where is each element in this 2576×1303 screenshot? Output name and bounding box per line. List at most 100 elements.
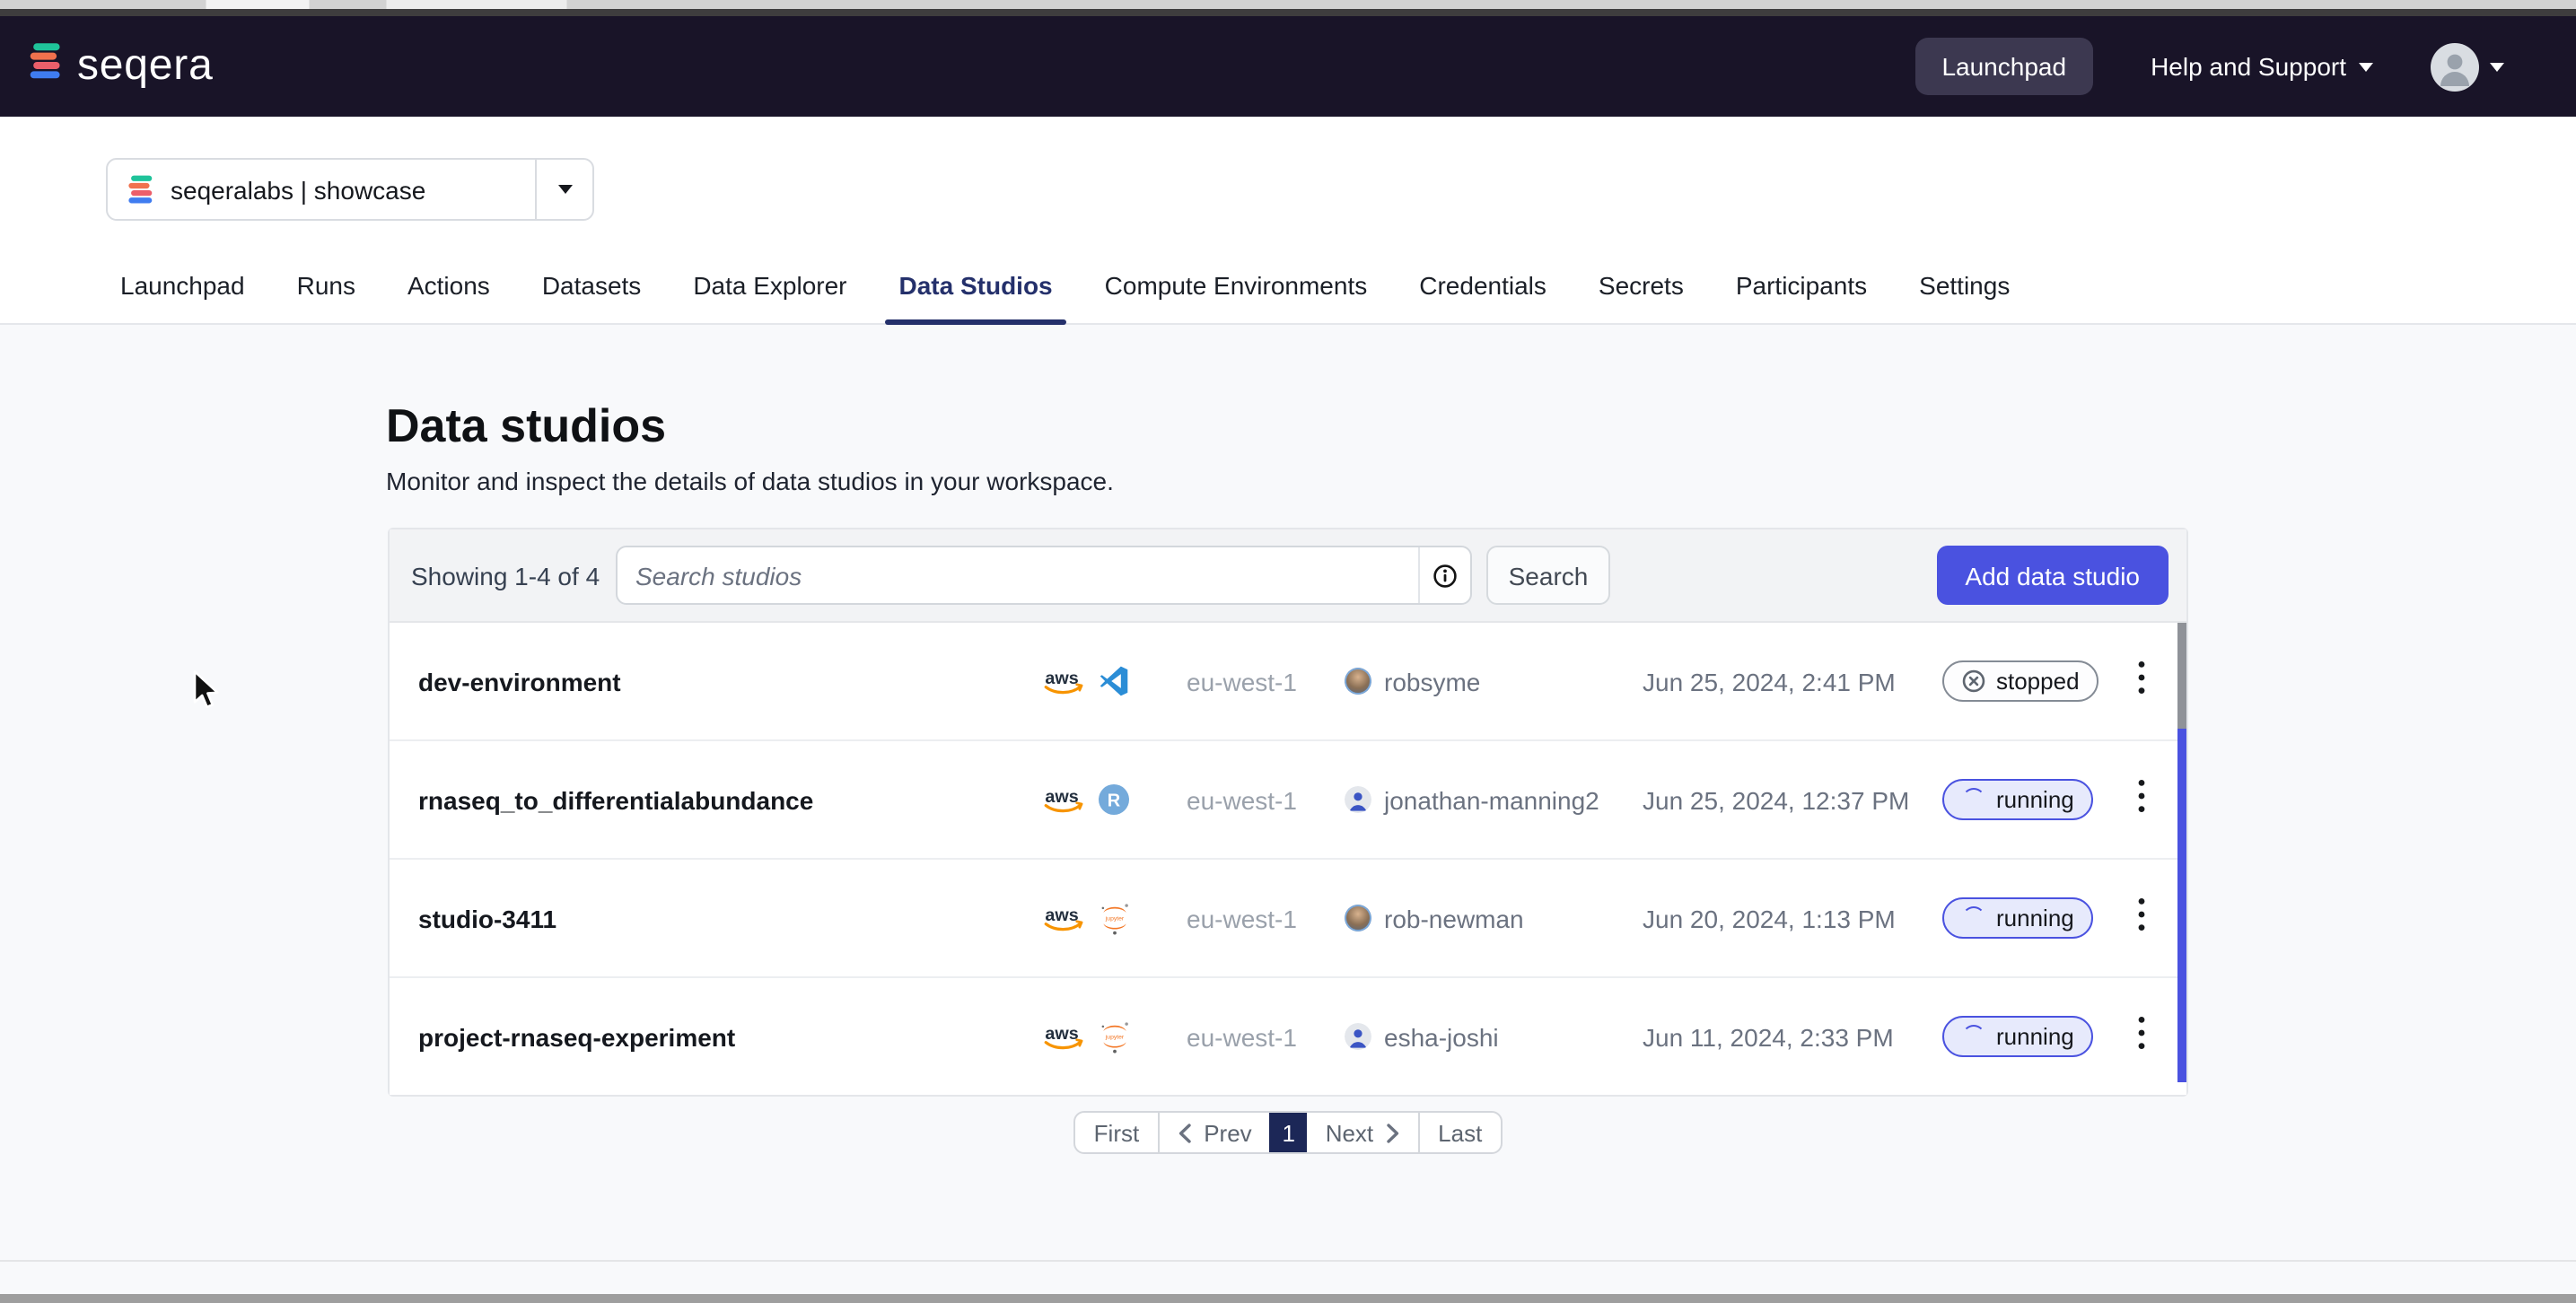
vscode-icon (1099, 666, 1129, 696)
studio-user: robsyme (1310, 667, 1608, 695)
launchpad-button[interactable]: Launchpad (1914, 38, 2093, 95)
add-data-studio-button[interactable]: Add data studio (1936, 546, 2169, 605)
help-and-support-menu[interactable]: Help and Support (2151, 52, 2373, 81)
tab-launchpad[interactable]: Launchpad (106, 271, 259, 323)
tab-runs[interactable]: Runs (283, 271, 370, 323)
scrollbar-thumb[interactable] (2177, 623, 2186, 729)
pagination-last[interactable]: Last (1418, 1113, 1500, 1152)
rstudio-icon: R (1099, 784, 1129, 815)
kebab-menu-icon (2138, 1015, 2145, 1049)
row-menu-button[interactable] (2102, 778, 2186, 821)
pagination-first[interactable]: First (1076, 1113, 1160, 1152)
user-generic-avatar (1345, 786, 1371, 813)
user-generic-avatar (1345, 1023, 1371, 1050)
tab-credentials[interactable]: Credentials (1405, 271, 1561, 323)
svg-text:aws: aws (1045, 786, 1078, 806)
seqera-logo-icon (29, 41, 63, 92)
window-chrome-divider (0, 9, 2576, 16)
jupyter-icon: jupyter (1099, 1019, 1131, 1054)
user-name: robsyme (1384, 667, 1480, 695)
user-avatar (1345, 668, 1371, 695)
tab-actions[interactable]: Actions (393, 271, 504, 323)
tab-data-explorer[interactable]: Data Explorer (679, 271, 861, 323)
studio-icons: aws (1012, 666, 1152, 696)
workspace-name: seqeralabs | showcase (171, 175, 535, 204)
kebab-menu-icon (2138, 896, 2145, 931)
pagination-next[interactable]: Next (1308, 1113, 1418, 1152)
user-photo-avatar (1345, 668, 1371, 695)
status-badge: running (1942, 1016, 2094, 1057)
table-row: project-rnaseq-experiment aws jupyter eu-we… (390, 976, 2186, 1095)
table-row: dev-environmentawseu-west-1robsymeJun 25… (390, 623, 2186, 739)
studio-name[interactable]: rnaseq_to_differentialabundance (390, 785, 1012, 814)
search-input[interactable] (618, 547, 1418, 603)
window-chrome-bottom (0, 1294, 2576, 1303)
results-count: Showing 1-4 of 4 (411, 561, 616, 590)
created-date: Jun 25, 2024, 12:37 PM (1608, 785, 1914, 814)
row-menu-button[interactable] (2102, 1015, 2186, 1058)
studio-region: eu-west-1 (1152, 785, 1310, 814)
pagination-current-page[interactable]: 1 (1270, 1113, 1308, 1152)
tab-datasets[interactable]: Datasets (528, 271, 656, 323)
tab-data-studios[interactable]: Data Studios (885, 271, 1067, 323)
user-name: esha-joshi (1384, 1022, 1499, 1051)
studio-name[interactable]: project-rnaseq-experiment (390, 1022, 1012, 1051)
status-label: running (1996, 786, 2074, 813)
studio-region: eu-west-1 (1152, 904, 1310, 932)
status-badge: running (1942, 779, 2094, 820)
aws-icon: aws (1041, 904, 1086, 932)
user-avatar (1345, 905, 1371, 931)
top-navbar: seqera Launchpad Help and Support (0, 16, 2576, 117)
tab-compute-environments[interactable]: Compute Environments (1091, 271, 1382, 323)
chevron-down-icon (2490, 62, 2504, 71)
workspace-dropdown-button[interactable] (537, 185, 592, 194)
status-cell: stopped (1914, 660, 2102, 702)
user-name: rob-newman (1384, 904, 1524, 932)
jupyter-icon: jupyter (1099, 901, 1131, 935)
studio-user: rob-newman (1310, 904, 1608, 932)
row-menu-button[interactable] (2102, 660, 2186, 703)
workspace-header: seqeralabs | showcase Launchpad Runs Actio… (0, 117, 2576, 325)
table-toolbar: Showing 1-4 of 4 Search Add data studio (390, 529, 2186, 623)
studio-user: jonathan-manning2 (1310, 785, 1608, 814)
kebab-menu-icon (2138, 778, 2145, 812)
user-menu[interactable] (2431, 42, 2504, 91)
tab-settings[interactable]: Settings (1905, 271, 2024, 323)
tab-secrets[interactable]: Secrets (1584, 271, 1698, 323)
search-box (616, 546, 1472, 605)
status-badge: running (1942, 897, 2094, 939)
info-icon[interactable] (1418, 547, 1470, 603)
main-content: Data studios Monitor and inspect the det… (0, 325, 2576, 1154)
table-row: rnaseq_to_differentialabundance aws Reu-we… (390, 739, 2186, 858)
row-menu-button[interactable] (2102, 896, 2186, 940)
svg-text:R: R (1108, 791, 1121, 810)
workspace-selector[interactable]: seqeralabs | showcase (106, 158, 594, 221)
page-title: Data studios (386, 400, 2576, 450)
aws-icon: aws (1041, 1022, 1086, 1051)
studio-region: eu-west-1 (1152, 667, 1310, 695)
svg-text:aws: aws (1045, 1023, 1078, 1043)
scrollbar-accent (2177, 729, 2186, 1082)
studio-name[interactable]: dev-environment (390, 667, 1012, 695)
created-date: Jun 20, 2024, 1:13 PM (1608, 904, 1914, 932)
navbar-actions: Launchpad Help and Support (1914, 38, 2504, 95)
studio-region: eu-west-1 (1152, 1022, 1310, 1051)
chevron-left-icon (1177, 1123, 1191, 1142)
studio-user: esha-joshi (1310, 1022, 1608, 1051)
help-and-support-label: Help and Support (2151, 52, 2346, 81)
brand[interactable]: seqera (29, 41, 214, 92)
status-label: running (1996, 905, 2074, 931)
pagination: First Prev 1 Next Last (1074, 1111, 1503, 1154)
chevron-right-icon (1386, 1123, 1400, 1142)
brand-wordmark: seqera (77, 41, 214, 92)
stopped-icon (1962, 669, 1985, 693)
tab-participants[interactable]: Participants (1722, 271, 1881, 323)
search-button[interactable]: Search (1486, 546, 1610, 605)
studio-name[interactable]: studio-3411 (390, 904, 1012, 932)
svg-text:jupyter: jupyter (1105, 1035, 1125, 1041)
avatar (2431, 42, 2479, 91)
table-body: dev-environmentawseu-west-1robsymeJun 25… (390, 623, 2186, 1095)
spinner-icon (1962, 1025, 1985, 1048)
screen: seqera Launchpad Help and Support (0, 0, 2576, 1303)
pagination-prev[interactable]: Prev (1159, 1113, 1269, 1152)
